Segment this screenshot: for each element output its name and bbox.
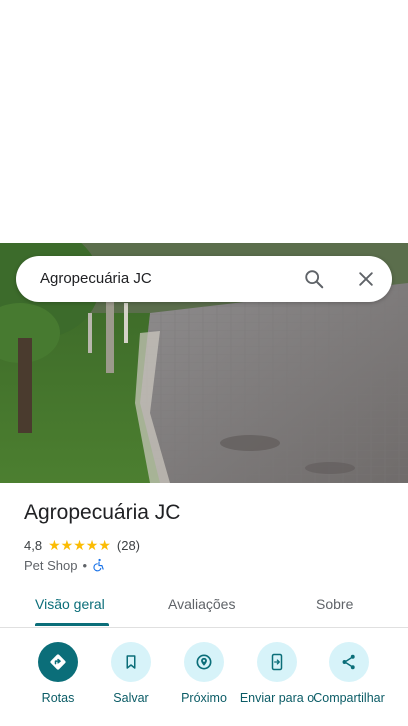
search-bar[interactable]: Agropecuária JC	[16, 256, 392, 302]
send-to-phone-button[interactable]: Enviar para o	[237, 640, 317, 705]
directions-icon	[38, 642, 78, 682]
separator: •	[82, 557, 88, 573]
star-icon: ★	[98, 537, 111, 553]
wheelchair-accessible-icon	[93, 558, 104, 572]
nearby-button[interactable]: Próximo	[164, 640, 244, 705]
directions-label: Rotas	[41, 691, 75, 705]
star-icon: ★	[73, 537, 86, 553]
rating-value: 4,8	[24, 537, 43, 553]
save-button[interactable]: Salvar	[91, 640, 171, 705]
send-to-phone-icon	[257, 642, 297, 682]
share-label: Compartilhar	[313, 691, 385, 705]
search-icon[interactable]	[303, 268, 325, 290]
bookmark-icon	[111, 642, 151, 682]
review-count[interactable]: (28)	[117, 538, 140, 553]
share-button[interactable]: Compartilhar	[309, 640, 389, 705]
map-area-blank	[0, 0, 408, 243]
star-icon: ★	[85, 537, 99, 553]
send-to-phone-label: Enviar para o	[239, 691, 315, 705]
category-row: Pet Shop •	[24, 556, 106, 574]
active-tab-indicator	[35, 623, 109, 626]
save-label: Salvar	[113, 691, 149, 705]
place-category: Pet Shop	[24, 557, 78, 573]
action-bar: Rotas Salvar Próximo Enviar para o Compa…	[0, 640, 408, 726]
close-icon[interactable]	[356, 269, 376, 289]
directions-button[interactable]: Rotas	[18, 640, 98, 705]
tab-overview[interactable]: Visão geral	[35, 596, 105, 612]
share-icon	[329, 642, 369, 682]
star-icon: ★	[48, 537, 61, 553]
nearby-icon	[184, 642, 224, 682]
nearby-label: Próximo	[181, 691, 227, 705]
star-rating: ★ ★ ★ ★ ★	[48, 538, 111, 552]
tab-about[interactable]: Sobre	[316, 596, 353, 612]
star-icon: ★	[60, 537, 74, 553]
tab-bar: Visão geral Avaliações Sobre	[0, 586, 408, 628]
place-title: Agropecuária JC	[24, 501, 181, 524]
tab-reviews[interactable]: Avaliações	[168, 596, 235, 612]
rating-row[interactable]: 4,8 ★ ★ ★ ★ ★ (28)	[24, 536, 140, 554]
search-input[interactable]: Agropecuária JC	[40, 270, 152, 287]
